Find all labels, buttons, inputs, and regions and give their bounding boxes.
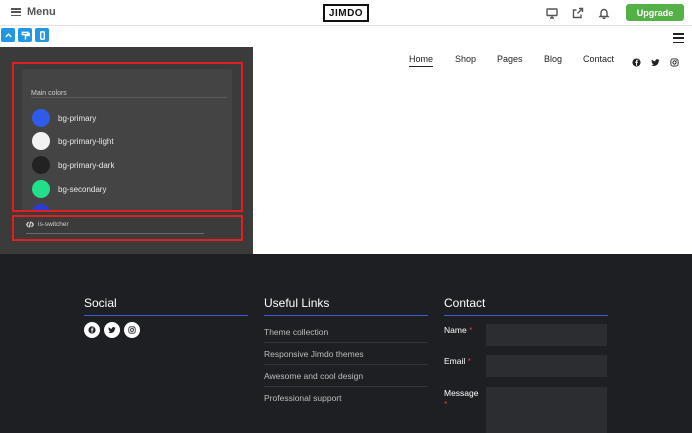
bell-icon[interactable] bbox=[597, 6, 611, 20]
share-icon[interactable] bbox=[571, 6, 585, 20]
nav-contact[interactable]: Contact bbox=[583, 54, 614, 64]
footer-facebook-icon[interactable] bbox=[84, 322, 100, 338]
menu-button[interactable]: Menu bbox=[11, 6, 56, 18]
nav-shop[interactable]: Shop bbox=[455, 54, 476, 64]
links-heading: Useful Links bbox=[264, 296, 330, 310]
class-name-label: is-switcher bbox=[38, 221, 69, 228]
mobile-icon[interactable] bbox=[35, 28, 49, 42]
site-footer: Social Useful Links Contact Theme collec… bbox=[0, 254, 692, 433]
email-field[interactable] bbox=[486, 355, 607, 377]
name-field[interactable] bbox=[486, 324, 607, 346]
facebook-icon[interactable] bbox=[632, 54, 641, 67]
highlight-class-box bbox=[12, 215, 243, 241]
nav-home[interactable]: Home bbox=[409, 54, 434, 67]
name-label: Name * bbox=[444, 325, 473, 335]
upgrade-button[interactable]: Upgrade bbox=[626, 4, 684, 21]
nav-blog[interactable]: Blog bbox=[544, 54, 562, 64]
link-divider bbox=[264, 342, 428, 343]
link-divider bbox=[264, 364, 428, 365]
footer-twitter-icon[interactable] bbox=[104, 322, 120, 338]
paint-roller-icon[interactable] bbox=[18, 28, 32, 42]
site-menu-icon[interactable] bbox=[673, 33, 684, 43]
highlight-colors-box bbox=[12, 62, 243, 212]
nav-pages[interactable]: Pages bbox=[497, 54, 523, 64]
editor-top-bar: Menu JIMDO Upgrade bbox=[0, 0, 692, 26]
hamburger-icon bbox=[11, 8, 21, 16]
menu-label: Menu bbox=[27, 6, 56, 18]
footer-instagram-icon[interactable] bbox=[124, 322, 140, 338]
footer-link-responsive-themes[interactable]: Responsive Jimdo themes bbox=[264, 349, 364, 359]
desktop-icon[interactable] bbox=[545, 6, 559, 20]
links-heading-underline bbox=[264, 315, 428, 316]
footer-link-professional-support[interactable]: Professional support bbox=[264, 393, 342, 403]
class-input-underline bbox=[26, 233, 204, 234]
contact-heading: Contact bbox=[444, 296, 486, 310]
message-field[interactable] bbox=[486, 387, 607, 433]
social-heading-underline bbox=[84, 315, 248, 316]
code-icon bbox=[26, 221, 34, 228]
editor-toolbar bbox=[1, 28, 49, 42]
message-label: Message * bbox=[444, 388, 479, 409]
social-heading: Social bbox=[84, 296, 117, 310]
email-label: Email * bbox=[444, 356, 471, 366]
class-name-row[interactable]: is-switcher bbox=[26, 221, 69, 228]
chevron-up-icon[interactable] bbox=[1, 28, 15, 42]
footer-link-theme-collection[interactable]: Theme collection bbox=[264, 327, 328, 337]
instagram-icon[interactable] bbox=[670, 54, 679, 67]
twitter-icon[interactable] bbox=[651, 54, 660, 67]
link-divider bbox=[264, 386, 428, 387]
footer-link-awesome-design[interactable]: Awesome and cool design bbox=[264, 371, 363, 381]
jimdo-logo: JIMDO bbox=[323, 4, 369, 22]
contact-heading-underline bbox=[444, 315, 608, 316]
